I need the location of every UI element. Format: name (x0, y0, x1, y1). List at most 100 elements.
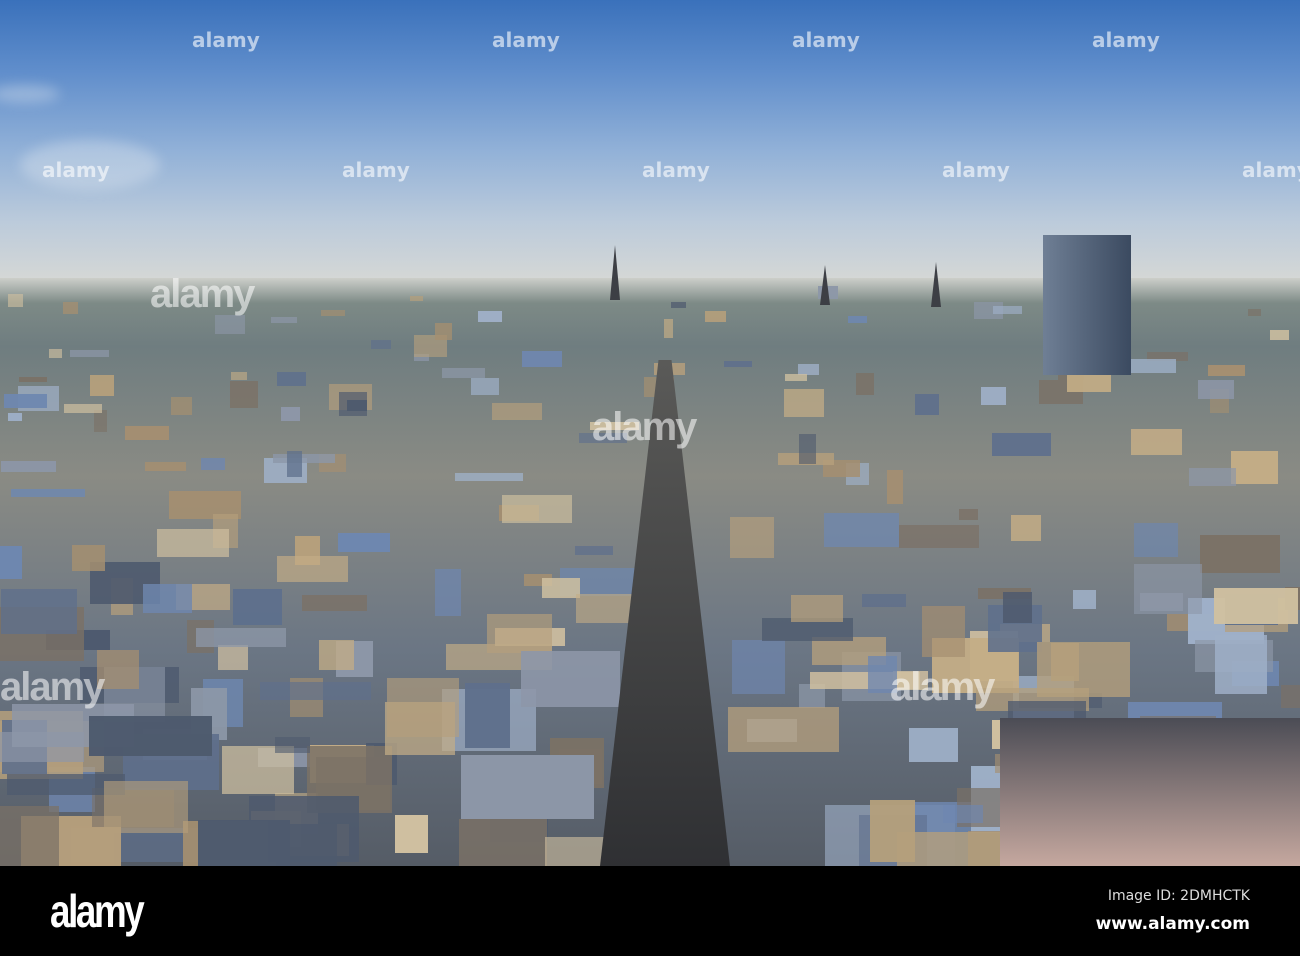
building (1281, 685, 1300, 708)
building (218, 644, 249, 671)
building (1133, 523, 1178, 557)
building (1002, 591, 1033, 623)
watermark: alamy (890, 665, 995, 709)
watermark: alamy (342, 158, 410, 182)
building (318, 640, 354, 671)
building (200, 458, 225, 471)
building (915, 394, 940, 416)
building (461, 755, 595, 819)
building (229, 381, 259, 409)
building (1051, 643, 1079, 681)
aerial-city-photo: alamy alamy alamy alamy alamy alamy alamy alamy… (0, 0, 1300, 866)
building (731, 640, 785, 694)
building (544, 837, 605, 866)
church-spire (931, 262, 941, 307)
building (1215, 634, 1267, 695)
building (1200, 535, 1281, 573)
building (1214, 588, 1298, 624)
building (287, 451, 303, 478)
building (522, 351, 562, 368)
building (8, 293, 24, 307)
building (48, 349, 62, 358)
building (72, 545, 105, 571)
building (797, 363, 820, 375)
watermark: alamy (492, 28, 560, 52)
building (899, 524, 979, 548)
building (1207, 365, 1245, 377)
building (4, 393, 47, 409)
building (302, 594, 367, 611)
building (791, 594, 843, 622)
building (724, 361, 752, 368)
building (981, 387, 1006, 405)
building (97, 649, 139, 690)
building (454, 472, 524, 481)
foreground-building (1000, 718, 1300, 866)
building (1247, 308, 1262, 317)
watermark: alamy (192, 28, 260, 52)
building (0, 806, 60, 866)
building (19, 376, 48, 383)
building (0, 460, 57, 472)
building (276, 371, 307, 387)
building (471, 377, 500, 395)
building (198, 819, 291, 866)
building (943, 804, 983, 823)
building (0, 545, 23, 579)
watermark: alamy (642, 158, 710, 182)
building (991, 433, 1051, 457)
building (784, 388, 825, 417)
building (705, 310, 727, 322)
building (663, 318, 673, 339)
highrise-tower (1043, 235, 1131, 375)
building (1198, 379, 1234, 399)
building (63, 301, 79, 315)
building (921, 605, 965, 657)
building (501, 494, 573, 524)
building (823, 513, 900, 548)
building (338, 533, 391, 553)
building (958, 509, 979, 520)
building (143, 584, 192, 613)
watermark: alamy (592, 405, 697, 449)
watermark: alamy (150, 272, 255, 316)
building (346, 400, 367, 412)
building (855, 372, 874, 395)
building (487, 613, 553, 653)
building (1270, 329, 1290, 341)
building (370, 340, 392, 349)
building (195, 628, 286, 647)
building (1131, 428, 1183, 455)
watermark: alamy (1092, 28, 1160, 52)
building (520, 651, 621, 707)
alamy-logo: alamy (50, 885, 145, 937)
watermark: alamy (792, 28, 860, 52)
building (144, 461, 186, 472)
building (442, 367, 485, 378)
building (458, 819, 548, 866)
building (492, 402, 542, 420)
building (1073, 590, 1096, 609)
watermark: alamy (42, 158, 110, 182)
building (270, 317, 297, 324)
building (1231, 450, 1279, 485)
building (908, 727, 959, 762)
footer-bar: alamy Image ID: 2DMHCTK www.alamy.com (0, 866, 1300, 956)
building (886, 469, 904, 504)
building (260, 681, 371, 700)
building (63, 404, 102, 414)
church-spire (820, 265, 830, 305)
building (993, 305, 1022, 314)
building (89, 715, 213, 757)
building (409, 295, 423, 301)
building (1188, 468, 1236, 486)
building (727, 706, 840, 752)
church-spire (610, 245, 620, 300)
cloud (0, 85, 60, 103)
website-link[interactable]: www.alamy.com (1096, 914, 1250, 934)
building (670, 302, 687, 308)
building (0, 589, 77, 635)
building (277, 555, 348, 582)
building (477, 311, 502, 322)
building (272, 453, 335, 464)
